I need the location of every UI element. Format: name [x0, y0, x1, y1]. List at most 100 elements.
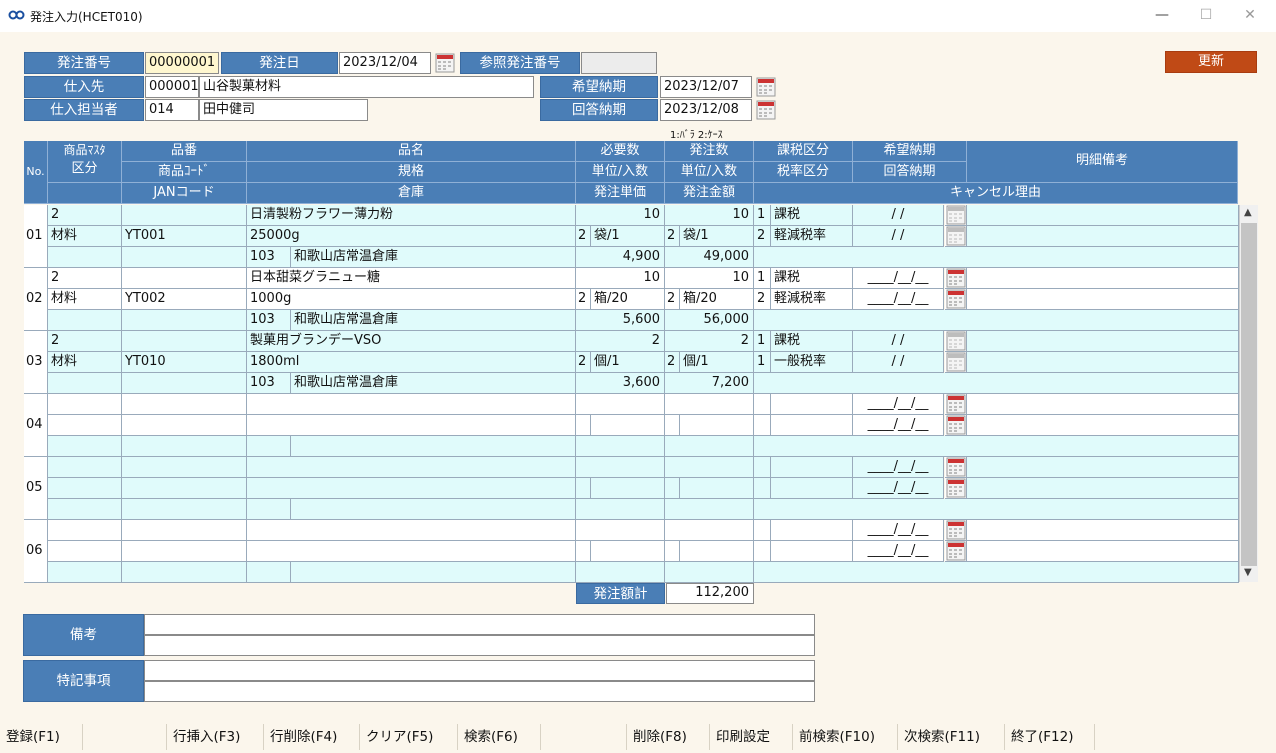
fkey-5[interactable]: クリア(F5): [360, 724, 458, 750]
order-qty-cell[interactable]: [665, 520, 754, 541]
remarks-cell[interactable]: [967, 415, 1239, 436]
fkey-7[interactable]: [541, 724, 627, 750]
fkey-4[interactable]: 行削除(F4): [264, 724, 360, 750]
reply-date-cell[interactable]: ____/__/__: [853, 415, 944, 436]
req-qty-cell[interactable]: 10: [576, 268, 665, 289]
remarks-cell[interactable]: [967, 205, 1239, 226]
reply-date-field[interactable]: 2023/12/08: [660, 99, 752, 121]
jan-cell[interactable]: [122, 562, 247, 583]
supplier-name-field[interactable]: 山谷製菓材料: [199, 76, 534, 98]
desired-calendar-icon[interactable]: [945, 205, 967, 226]
tokki-field-2[interactable]: [144, 681, 815, 702]
rate-code-cell[interactable]: 2: [754, 226, 771, 247]
hinban-cell[interactable]: [122, 520, 247, 541]
kbn-code-cell[interactable]: 2: [48, 331, 122, 352]
fkey-9[interactable]: 印刷設定: [710, 724, 793, 750]
staff-code-field[interactable]: 014: [145, 99, 199, 121]
unit2-code-cell[interactable]: [665, 478, 680, 499]
hinban-cell[interactable]: [122, 268, 247, 289]
close-button[interactable]: ✕: [1230, 4, 1270, 28]
biko-field-2[interactable]: [144, 635, 815, 656]
remarks-cell[interactable]: [967, 394, 1239, 415]
desired-calendar-icon[interactable]: [945, 268, 967, 289]
unit1-cell[interactable]: 袋/1: [591, 226, 665, 247]
cancel-reason-cell[interactable]: [754, 436, 1239, 457]
biko-field-1[interactable]: [144, 614, 815, 635]
tokki-field-1[interactable]: [144, 660, 815, 681]
price-cell[interactable]: 3,600: [576, 373, 665, 394]
item-name-cell[interactable]: 日本甜菜グラニュー糖: [247, 268, 576, 289]
reply-date-cell[interactable]: ____/__/__: [853, 541, 944, 562]
cancel-reason-cell[interactable]: [754, 373, 1239, 394]
reply-date-cell[interactable]: / /: [853, 226, 944, 247]
spec-cell[interactable]: [247, 478, 576, 499]
unit1-code-cell[interactable]: [576, 478, 591, 499]
update-button[interactable]: 更新: [1165, 51, 1257, 73]
order-qty-cell[interactable]: [665, 457, 754, 478]
jan-cell[interactable]: [122, 499, 247, 520]
item-name-cell[interactable]: [247, 457, 576, 478]
desired-calendar-icon[interactable]: [945, 520, 967, 541]
item-code-cell[interactable]: [122, 541, 247, 562]
unit1-cell[interactable]: [591, 415, 665, 436]
fkey-3[interactable]: 行挿入(F3): [167, 724, 264, 750]
item-code-cell[interactable]: YT002: [122, 289, 247, 310]
kbn-cell[interactable]: [48, 541, 122, 562]
warehouse-code-cell[interactable]: [247, 499, 291, 520]
kbn-cell[interactable]: [48, 478, 122, 499]
cancel-reason-cell[interactable]: [754, 310, 1239, 331]
unit1-cell[interactable]: 個/1: [591, 352, 665, 373]
desired-calendar-icon[interactable]: [945, 331, 967, 352]
tax-code-cell[interactable]: [754, 520, 771, 541]
ref-order-no-field[interactable]: [581, 52, 657, 74]
unit1-code-cell[interactable]: 2: [576, 226, 591, 247]
remarks-cell[interactable]: [967, 331, 1239, 352]
order-date-calendar-icon[interactable]: [435, 53, 455, 73]
remarks-cell[interactable]: [967, 520, 1239, 541]
req-qty-cell[interactable]: [576, 457, 665, 478]
item-name-cell[interactable]: 製菓用ブランデーVSO: [247, 331, 576, 352]
rate-code-cell[interactable]: [754, 478, 771, 499]
desired-date-cell[interactable]: ____/__/__: [853, 394, 944, 415]
order-qty-cell[interactable]: [665, 394, 754, 415]
hinban-cell[interactable]: [122, 331, 247, 352]
rate-code-cell[interactable]: 2: [754, 289, 771, 310]
unit2-code-cell[interactable]: 2: [665, 226, 680, 247]
price-cell[interactable]: [576, 499, 665, 520]
cancel-reason-cell[interactable]: [754, 562, 1239, 583]
kbn-code-cell[interactable]: [48, 394, 122, 415]
remarks-cell[interactable]: [967, 352, 1239, 373]
item-name-cell[interactable]: 日清製粉フラワー薄力粉: [247, 205, 576, 226]
tax-code-cell[interactable]: [754, 394, 771, 415]
unit2-cell[interactable]: [680, 415, 754, 436]
warehouse-code-cell[interactable]: 103: [247, 247, 291, 268]
spec-cell[interactable]: 25000g: [247, 226, 576, 247]
unit2-cell[interactable]: [680, 541, 754, 562]
spec-cell[interactable]: [247, 541, 576, 562]
fkey-12[interactable]: 終了(F12): [1005, 724, 1095, 750]
reply-calendar-icon[interactable]: [945, 352, 967, 373]
kbn-code-cell[interactable]: [48, 457, 122, 478]
jan-cell[interactable]: [122, 310, 247, 331]
kbn-code-cell[interactable]: [48, 520, 122, 541]
unit2-code-cell[interactable]: 2: [665, 352, 680, 373]
item-name-cell[interactable]: [247, 394, 576, 415]
grid-scrollbar[interactable]: ▲ ▼: [1239, 205, 1258, 582]
price-cell[interactable]: [576, 436, 665, 457]
kbn-code-cell[interactable]: 2: [48, 268, 122, 289]
remarks-cell[interactable]: [967, 541, 1239, 562]
price-cell[interactable]: 5,600: [576, 310, 665, 331]
item-code-cell[interactable]: YT010: [122, 352, 247, 373]
cancel-reason-cell[interactable]: [754, 499, 1239, 520]
hinban-cell[interactable]: [122, 457, 247, 478]
supplier-code-field[interactable]: 000001: [145, 76, 199, 98]
unit2-cell[interactable]: 個/1: [680, 352, 754, 373]
order-no-field[interactable]: 00000001: [145, 52, 219, 74]
order-date-field[interactable]: 2023/12/04: [339, 52, 431, 74]
desired-date-field[interactable]: 2023/12/07: [660, 76, 752, 98]
kbn-cell[interactable]: 材料: [48, 352, 122, 373]
unit2-cell[interactable]: 袋/1: [680, 226, 754, 247]
item-name-cell[interactable]: [247, 520, 576, 541]
unit1-cell[interactable]: 箱/20: [591, 289, 665, 310]
cancel-reason-cell[interactable]: [754, 247, 1239, 268]
